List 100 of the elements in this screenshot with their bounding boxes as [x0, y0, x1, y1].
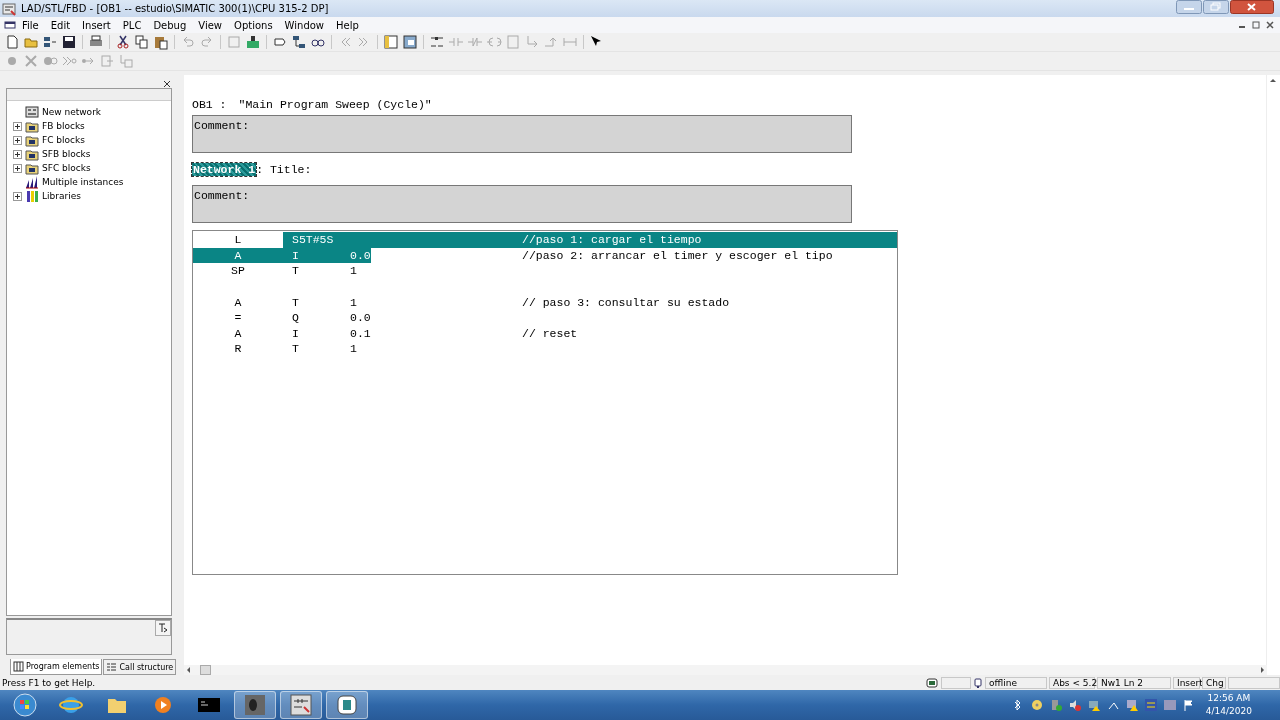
overview-icon[interactable]	[383, 34, 399, 50]
status-field: Nw1 Ln 2	[1097, 676, 1171, 689]
document-icon[interactable]	[4, 20, 16, 30]
close-button[interactable]	[1230, 0, 1274, 14]
status-field	[1228, 676, 1280, 689]
instruction: SP	[231, 264, 245, 278]
copy-icon[interactable]	[134, 34, 150, 50]
window-title: LAD/STL/FBD - [OB1 -- estudio\SIMATIC 300(1)\CPU 315-2 DP]	[21, 3, 329, 14]
module-icon[interactable]	[245, 34, 261, 50]
address: 1	[350, 264, 357, 278]
speaker-icon[interactable]	[1067, 698, 1082, 712]
menu-item[interactable]: Help	[330, 19, 365, 31]
grid-icon[interactable]	[1143, 698, 1158, 712]
operand: T	[292, 264, 299, 278]
book-icon	[13, 661, 24, 672]
horizontal-scrollbar[interactable]	[184, 665, 1267, 675]
tree-item[interactable]: SFB blocks	[42, 149, 91, 159]
menu-item[interactable]: Window	[278, 19, 331, 31]
ladder-diagram-icon[interactable]	[289, 693, 313, 717]
expand-icon[interactable]	[13, 191, 22, 201]
operand: T	[292, 295, 299, 309]
code-comment: // paso 3: consultar su estado	[522, 295, 730, 309]
expand-icon[interactable]	[13, 163, 22, 173]
tree-item[interactable]: New network	[42, 107, 102, 117]
save-icon[interactable]	[61, 34, 77, 50]
operand: S5T#5S	[292, 233, 334, 247]
restore-button[interactable]	[1203, 0, 1229, 14]
plug-icon	[973, 676, 983, 689]
menu-item[interactable]: PLC	[116, 19, 148, 31]
instruction: R	[234, 342, 242, 356]
start-button[interactable]	[13, 693, 37, 717]
clock[interactable]: 12:56 AM 4/14/2020	[1205, 692, 1252, 718]
comment-field[interactable]: Comment:	[192, 185, 852, 223]
instruction: L	[234, 233, 242, 247]
tab[interactable]: Call structure	[103, 659, 177, 675]
instruction: A	[234, 248, 242, 262]
module-icon[interactable]	[335, 693, 359, 717]
folder-icon	[25, 147, 39, 161]
scroll-thumb[interactable]	[200, 665, 211, 675]
tab[interactable]: Program elements	[10, 659, 103, 675]
code-comment: //paso 1: cargar el tiempo	[522, 233, 702, 247]
menu-item[interactable]: Edit	[44, 19, 77, 31]
instruction: A	[234, 326, 242, 340]
expand-icon[interactable]	[13, 149, 22, 159]
folder-icon	[25, 133, 39, 147]
tree-item[interactable]: FC blocks	[42, 135, 85, 145]
tree-item[interactable]: Libraries	[42, 191, 81, 201]
expand-icon[interactable]	[13, 121, 22, 131]
tree-item[interactable]: Multiple instances	[42, 177, 124, 187]
folder-icon	[25, 119, 39, 133]
status-field: Chg	[1202, 676, 1226, 689]
menu-item[interactable]: File	[16, 19, 45, 31]
minimize-button[interactable]	[1176, 0, 1202, 14]
status-field	[941, 676, 971, 689]
address: 1	[350, 342, 357, 356]
cut-icon[interactable]	[115, 34, 131, 50]
expand-icon[interactable]	[13, 135, 22, 145]
books-icon	[25, 189, 39, 203]
close-button[interactable]	[163, 81, 172, 88]
app-icon	[2, 1, 16, 16]
operand: I	[292, 248, 299, 262]
list-icon	[106, 661, 118, 673]
warning-icon[interactable]	[1124, 698, 1139, 712]
network-icon[interactable]	[291, 34, 307, 50]
instruction: =	[234, 311, 242, 325]
restore-button[interactable]	[1250, 19, 1262, 31]
network-icon	[25, 105, 39, 119]
paste-icon[interactable]	[153, 34, 169, 50]
bars-icon	[25, 175, 39, 189]
disc-icon[interactable]	[1029, 698, 1044, 712]
filter-button[interactable]	[155, 620, 171, 636]
operand: I	[292, 326, 299, 340]
module-icon	[925, 676, 939, 689]
code-comment: //paso 2: arrancar el timer y escoger el tipo	[522, 248, 833, 262]
comment-field[interactable]: Comment:	[192, 115, 852, 153]
network-label[interactable]: Network 1	[192, 162, 257, 176]
address: 0.0	[350, 311, 371, 325]
menu-item[interactable]: Insert	[76, 19, 117, 31]
status-field: offline	[985, 676, 1047, 689]
close-button[interactable]	[1264, 19, 1276, 31]
details-icon[interactable]	[402, 34, 418, 50]
status-field: Abs < 5.2	[1049, 676, 1095, 689]
folder-icon	[25, 161, 39, 175]
operand: T	[292, 342, 299, 356]
status-field: Insert	[1173, 676, 1200, 689]
code-editor[interactable]: L S5T#5S //paso 1: cargar el tiempo A I 0.0 //paso 2: arrancar el timer y escoger el tipo SP T 1 A T 1 // paso 3: consultar su estado = Q 0.0 A I 0.1 // reset R T 1	[192, 230, 898, 575]
tree-item[interactable]: FB blocks	[42, 121, 85, 131]
ladder-icon[interactable]	[429, 34, 445, 50]
tree-item[interactable]: SFC blocks	[42, 163, 91, 173]
block-title: "Main Program Sweep (Cycle)"	[238, 97, 432, 111]
operand: Q	[292, 311, 299, 325]
instruction: A	[234, 295, 242, 309]
download-icon[interactable]	[42, 34, 58, 50]
status-text: Press F1 to get Help.	[2, 677, 96, 688]
network-title: : Title:	[256, 162, 312, 176]
block-name: OB1 :	[192, 97, 227, 111]
menu-item[interactable]: Debug	[147, 19, 193, 31]
menu-item[interactable]: Options	[228, 19, 279, 31]
network-icon[interactable]	[1086, 698, 1101, 712]
menu-item[interactable]: View	[192, 19, 228, 31]
